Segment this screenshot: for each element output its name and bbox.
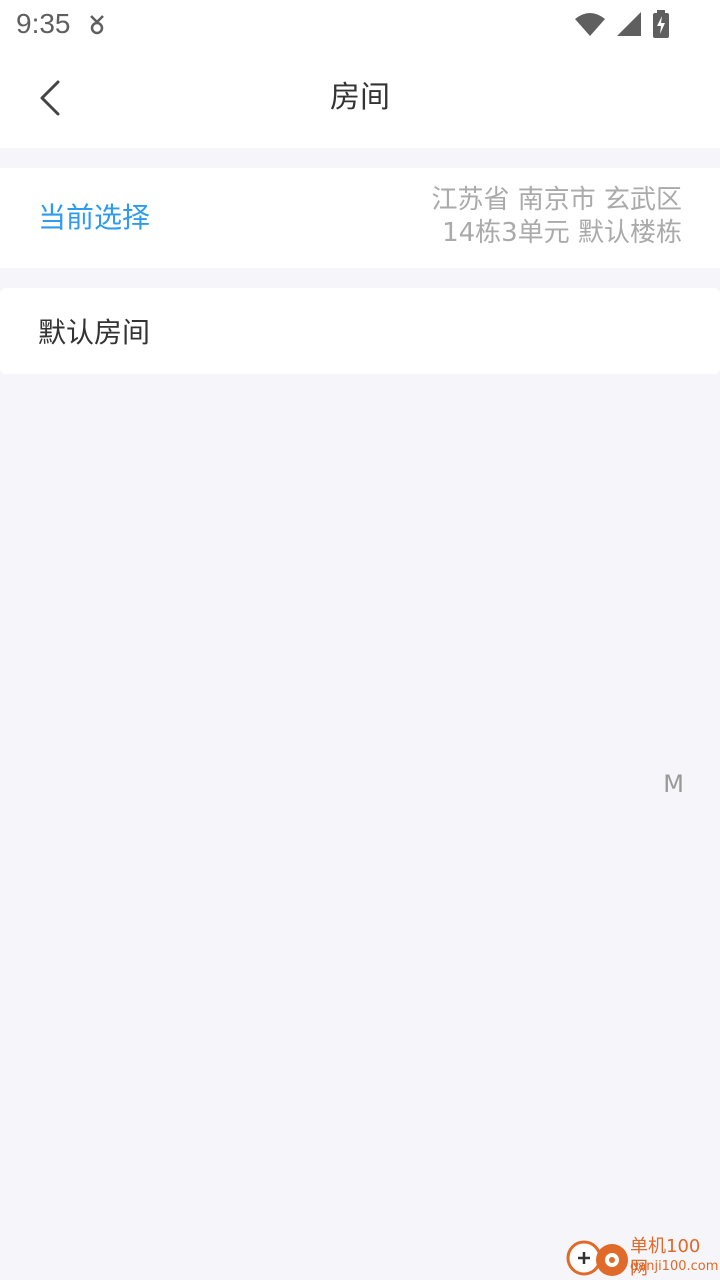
status-time: 9:35 [16,8,71,39]
current-selection-region: 江苏省 南京市 玄武区 [431,185,682,215]
status-icons [574,8,670,40]
watermark-logo-icon [566,1240,628,1276]
notification-icon [90,15,104,35]
app-header: 房间 [0,48,720,148]
page-title: 房间 [330,80,390,115]
status-bar: 9:35 [0,0,720,48]
current-selection-card[interactable]: 当前选择 江苏省 南京市 玄武区 14栋3单元 默认楼栋 [0,168,720,268]
watermark: 单机100网 danji100.com [566,1236,718,1280]
wifi-icon [575,13,605,36]
side-index-letter[interactable]: M [663,766,684,802]
signal-icon [617,12,641,36]
room-label: 默认房间 [38,316,151,349]
list-item-room[interactable]: 默认房间 [0,288,720,374]
current-selection-label: 当前选择 [38,201,151,234]
battery-charging-icon [653,10,669,38]
current-selection-value: 江苏省 南京市 玄武区 14栋3单元 默认楼栋 [431,184,682,250]
watermark-url: danji100.com [630,1259,719,1274]
current-selection-building: 14栋3单元 默认楼栋 [442,218,682,248]
room-list: 默认房间 [0,288,720,374]
